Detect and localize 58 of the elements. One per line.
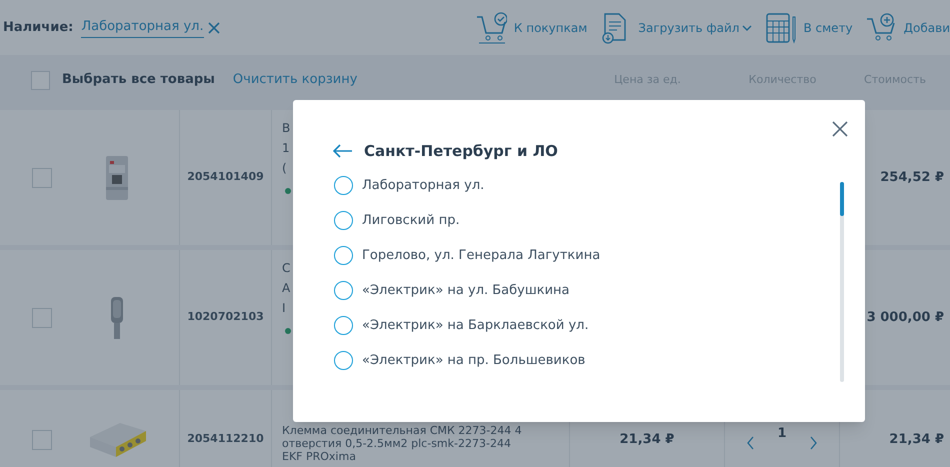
total-price: 3 000,00 ₽ [866, 308, 944, 327]
product-name: I [282, 300, 286, 317]
select-all-label[interactable]: Выбрать все товары [62, 70, 215, 90]
unit-price: 21,34 ₽ [620, 430, 674, 449]
decrease-button[interactable] [747, 436, 756, 450]
quantity-value: 1 [777, 425, 787, 443]
radio-button[interactable] [334, 176, 353, 195]
close-icon [206, 20, 221, 34]
product-name: 1 [282, 140, 290, 157]
close-icon [832, 121, 848, 137]
option-label: «Электрик» на пр. Большевиков [362, 352, 586, 370]
product-name: Клемма соединительная СМК 2273-244 4 [282, 424, 522, 437]
store-option[interactable]: Лабораторная ул. [334, 176, 865, 196]
clear-cart-link[interactable]: Очистить корзину [232, 70, 358, 90]
calculator-icon [764, 10, 796, 44]
total-price: 21,34 ₽ [889, 430, 944, 449]
row-checkbox[interactable] [32, 430, 52, 450]
back-arrow-icon [333, 144, 353, 158]
store-option[interactable]: «Электрик» на пр. Большевиков [334, 350, 865, 370]
option-label: Лиговский пр. [362, 212, 460, 230]
total-price: 254,52 ₽ [880, 168, 944, 187]
toolbar-button[interactable]: В смету [764, 10, 853, 44]
toolbar-button[interactable]: Добави [864, 10, 950, 44]
toolbar-button[interactable]: Загрузить файл [599, 10, 752, 44]
dialog-title: Санкт-Петербург и ЛО [364, 141, 558, 162]
product-name: В [282, 120, 290, 137]
radio-button[interactable] [334, 281, 353, 300]
close-button[interactable] [832, 121, 848, 137]
availability-label: Наличие: [3, 18, 74, 37]
row-checkbox[interactable] [32, 308, 52, 328]
product-code: 1020702103 [187, 309, 264, 326]
product-name: С [282, 260, 290, 277]
radio-button[interactable] [334, 316, 353, 335]
product-name: отверстия 0,5-2.5мм2 plc-smk-2273-244 [282, 437, 511, 450]
scrollbar-thumb[interactable] [840, 182, 844, 216]
cart-check-icon [474, 10, 507, 44]
radio-button[interactable] [334, 211, 353, 230]
product-name: А [282, 280, 290, 297]
product-code: 2054101409 [187, 169, 264, 186]
store-option[interactable]: «Электрик» на Барклаевской ул. [334, 316, 865, 336]
back-button[interactable] [333, 144, 353, 158]
product-name: EKF PROxima [282, 450, 356, 463]
store-option[interactable]: Горелово, ул. Генерала Лагуткина [334, 246, 865, 266]
radio-button[interactable] [334, 351, 353, 370]
option-label: Горелово, ул. Генерала Лагуткина [362, 246, 600, 265]
radio-button[interactable] [334, 246, 353, 265]
store-option[interactable]: Лиговский пр. [334, 210, 865, 230]
store-option[interactable]: «Электрик» на ул. Бабушкина [334, 280, 865, 300]
select-all-checkbox[interactable] [31, 70, 50, 90]
option-label: Лабораторная ул. [362, 176, 484, 195]
product-name: ( [282, 160, 287, 177]
option-label: «Электрик» на Барклаевской ул. [362, 316, 589, 335]
row-checkbox[interactable] [32, 168, 52, 188]
store-link[interactable]: Лабораторная ул. [81, 17, 204, 38]
increase-button[interactable] [808, 436, 817, 450]
toolbar-button[interactable]: К покупкам [474, 10, 588, 44]
product-code: 2054112210 [187, 431, 264, 448]
option-label: «Электрик» на ул. Бабушкина [362, 282, 570, 300]
